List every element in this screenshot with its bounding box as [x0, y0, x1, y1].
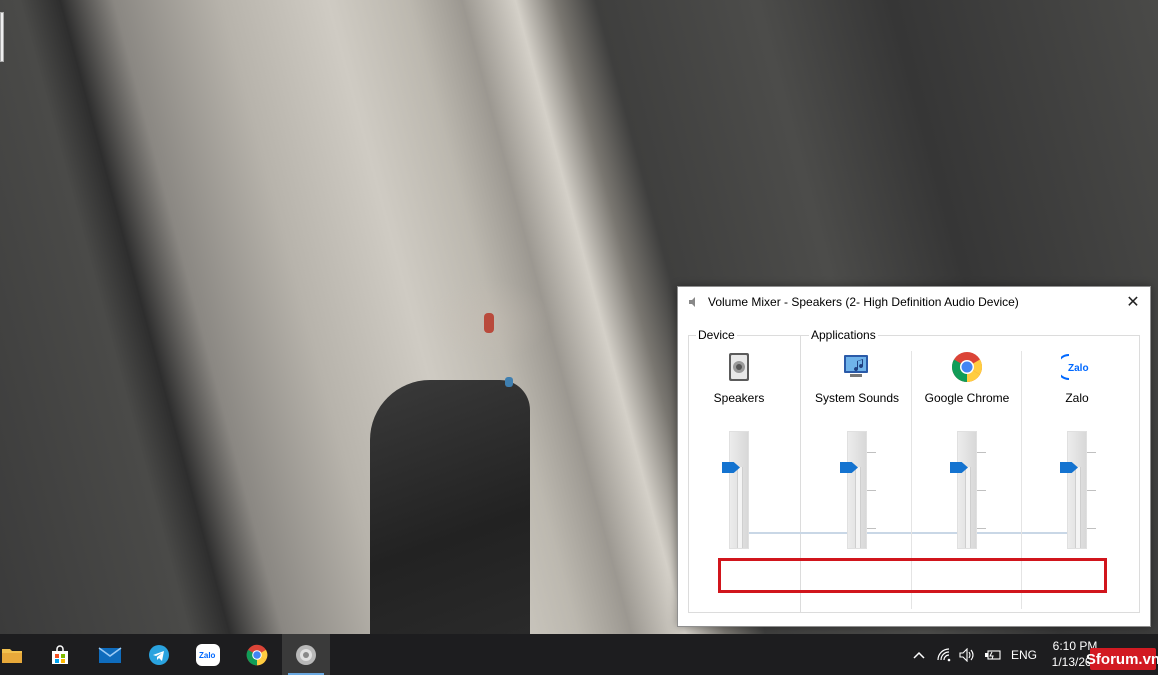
- channel-label: Zalo: [1065, 391, 1089, 405]
- volume-mixer-window: Volume Mixer - Speakers (2- High Definit…: [677, 286, 1151, 647]
- show-hidden-icons-button[interactable]: [912, 634, 926, 675]
- file-explorer-icon[interactable]: [0, 634, 36, 675]
- zalo-icon[interactable]: Zalo: [1056, 351, 1093, 383]
- zalo-taskbar-icon[interactable]: Zalo: [184, 634, 232, 675]
- slider-tick: [977, 490, 986, 491]
- wallpaper-climber-2: [505, 377, 513, 387]
- battery-icon[interactable]: [984, 634, 1002, 675]
- channel-label: Google Chrome: [924, 391, 1010, 405]
- wallpaper-rock: [370, 380, 530, 635]
- slider-tick: [867, 452, 876, 453]
- slider-tick: [867, 528, 876, 529]
- slider-tick: [1087, 452, 1096, 453]
- volume-level: [1075, 466, 1081, 548]
- wifi-icon[interactable]: [937, 634, 953, 675]
- slider-tick: [977, 528, 986, 529]
- applications-group-label: Applications: [809, 328, 878, 342]
- slider-tick: [1087, 490, 1096, 491]
- sforum-watermark: Sforum.vn: [1086, 648, 1158, 670]
- channel-label: Speakers: [713, 391, 765, 405]
- mute-buttons-highlight: [718, 558, 1107, 593]
- svg-text:Zalo: Zalo: [1068, 363, 1089, 374]
- slider-tick: [1087, 528, 1096, 529]
- channel-label: System Sounds: [814, 391, 900, 405]
- volume-slider[interactable]: [840, 431, 876, 549]
- chrome-icon[interactable]: [951, 351, 983, 383]
- language-indicator[interactable]: ENG: [1011, 634, 1037, 675]
- volume-slider[interactable]: [1060, 431, 1096, 549]
- volume-level: [855, 466, 861, 548]
- mail-icon[interactable]: [86, 634, 134, 675]
- desktop-file-icon[interactable]: [0, 12, 4, 62]
- wallpaper-climber: [484, 313, 494, 333]
- window-title: Volume Mixer - Speakers (2- High Definit…: [708, 295, 1019, 309]
- volume-slider[interactable]: [722, 431, 749, 549]
- system-sounds-icon[interactable]: [841, 351, 873, 383]
- store-icon[interactable]: [36, 634, 84, 675]
- device-group-label: Device: [696, 328, 737, 342]
- speaker-window-icon: [688, 295, 702, 309]
- title-bar[interactable]: Volume Mixer - Speakers (2- High Definit…: [678, 287, 1150, 317]
- close-button[interactable]: ✕: [1124, 293, 1142, 311]
- speaker-device-icon[interactable]: [723, 351, 755, 383]
- chrome-taskbar-icon[interactable]: [233, 634, 281, 675]
- slider-tick: [977, 452, 986, 453]
- volume-level: [965, 466, 971, 548]
- svg-text:Zalo: Zalo: [199, 651, 216, 660]
- volume-tray-icon[interactable]: [959, 634, 977, 675]
- telegram-icon[interactable]: [135, 634, 183, 675]
- desktop-icon-partial[interactable]: [0, 0, 8, 185]
- volume-mixer-taskbar-icon[interactable]: [282, 634, 330, 675]
- slider-tick: [867, 490, 876, 491]
- taskbar: Zalo ENG 6:10 PM 1/13/202: [0, 634, 1158, 675]
- volume-level: [737, 466, 743, 548]
- volume-slider[interactable]: [950, 431, 986, 549]
